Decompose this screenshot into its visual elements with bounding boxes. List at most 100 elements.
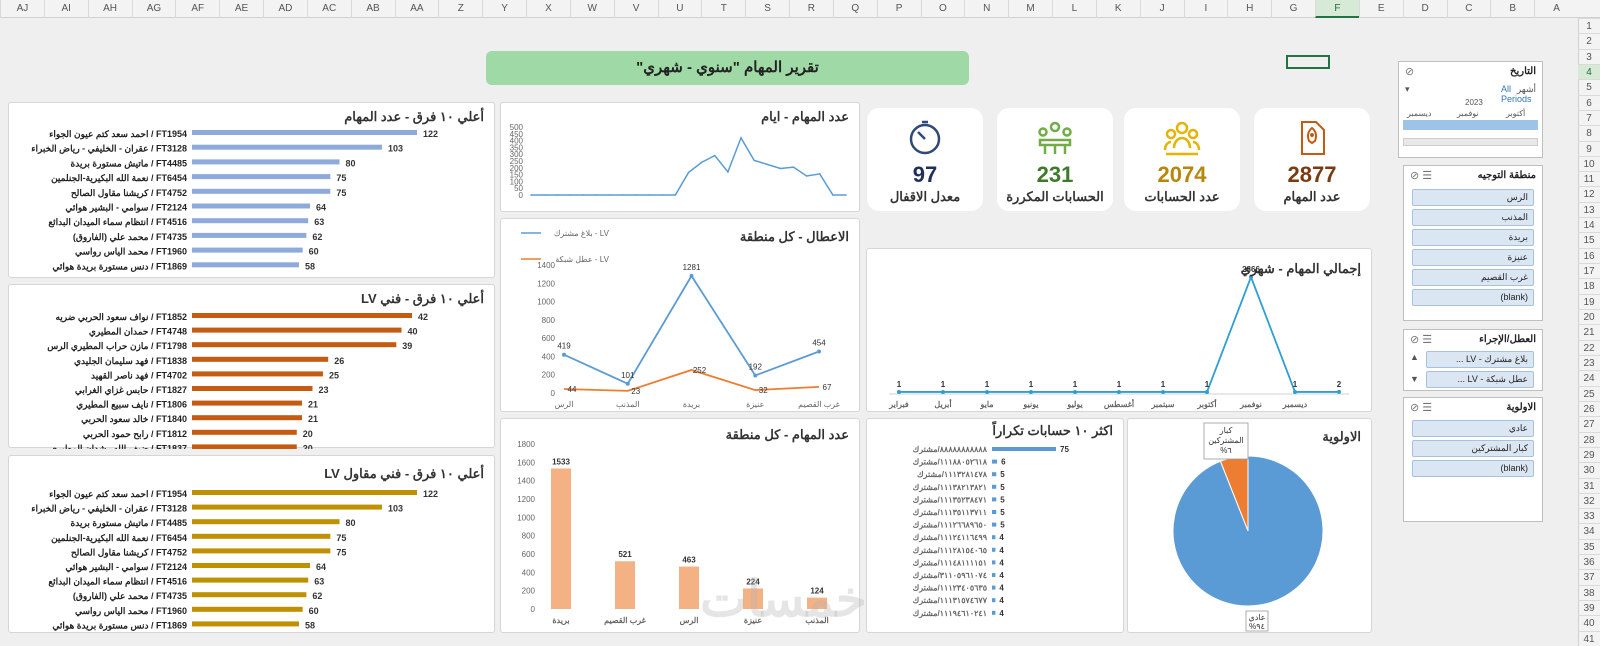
row-header-cell[interactable]: 14 <box>1578 217 1600 232</box>
column-header-cell[interactable]: AC <box>306 0 351 18</box>
row-header-cell[interactable]: 27 <box>1578 416 1600 431</box>
column-header-cell[interactable]: S <box>745 0 789 18</box>
column-header-cell[interactable]: O <box>920 0 965 18</box>
row-header-cell[interactable]: 40 <box>1578 615 1600 630</box>
multi-select-filter-icon[interactable]: ⊘ ☰ <box>1410 401 1432 414</box>
column-header-cell[interactable]: K <box>1095 0 1140 18</box>
row-header-cell[interactable]: 3 <box>1578 48 1600 64</box>
row-header-cell[interactable]: 28 <box>1578 431 1600 447</box>
row-header-cell[interactable]: 36 <box>1578 554 1600 569</box>
column-header-cell[interactable]: X <box>526 0 570 18</box>
row-header-cell[interactable]: 11 <box>1578 171 1600 186</box>
row-header-cell[interactable]: 4 <box>1578 63 1600 80</box>
fault-slicer[interactable]: العطل/الإجراء ⊘ ☰ بلاغ مشترك - LV ... عط… <box>1403 329 1543 391</box>
row-header-cell[interactable]: 29 <box>1578 446 1600 462</box>
column-header-cell[interactable]: AE <box>219 0 263 18</box>
slicer-item[interactable]: بلاغ مشترك - LV ... <box>1426 351 1534 368</box>
row-header-cell[interactable]: 6 <box>1578 94 1600 110</box>
column-header-cell[interactable]: U <box>657 0 702 18</box>
column-header-cell[interactable]: AA <box>394 0 439 18</box>
row-header-cell[interactable]: 17 <box>1578 263 1600 278</box>
column-header-cell[interactable]: H <box>1227 0 1271 18</box>
column-header-cell[interactable]: V <box>613 0 658 18</box>
row-header-cell[interactable]: 8 <box>1578 125 1600 140</box>
column-header-cell[interactable]: T <box>701 0 745 18</box>
row-header-cell[interactable]: 34 <box>1578 523 1600 538</box>
column-header-cell[interactable]: AB <box>350 0 395 18</box>
month-label[interactable]: نوفمبر <box>1457 109 1479 118</box>
month-label[interactable]: ديسمبر <box>1407 109 1431 118</box>
column-header-cell[interactable]: Z <box>438 0 482 18</box>
column-header-cell[interactable]: AD <box>263 0 307 18</box>
column-header-cell[interactable]: G <box>1271 0 1315 18</box>
row-header-cell[interactable]: 12 <box>1578 186 1600 201</box>
slicer-item[interactable]: بريدة <box>1412 229 1534 246</box>
region-slicer[interactable]: منطقة التوجيه ⊘ ☰ الرس المذنب بريدة عنيز… <box>1403 165 1543 321</box>
column-header-cell[interactable]: L <box>1052 0 1096 18</box>
row-header-cell[interactable]: 1 <box>1578 18 1600 33</box>
timeline-bar[interactable] <box>1403 120 1538 130</box>
row-header-cell[interactable]: 39 <box>1578 600 1600 615</box>
slicer-item[interactable]: غرب القصيم <box>1412 269 1534 286</box>
row-header-cell[interactable]: 7 <box>1578 109 1600 125</box>
column-header-cell[interactable]: AJ <box>0 0 44 18</box>
row-header-cell[interactable]: 15 <box>1578 232 1600 247</box>
column-header-cell[interactable]: W <box>569 0 614 18</box>
filter-clear-icon[interactable]: ⊘ <box>1405 65 1414 78</box>
column-header-cell[interactable]: D <box>1402 0 1447 18</box>
row-header-cell[interactable]: 13 <box>1578 201 1600 217</box>
row-header-cell[interactable]: 21 <box>1578 324 1600 339</box>
column-header-cell[interactable]: R <box>789 0 833 18</box>
column-header-cell[interactable]: AG <box>131 0 176 18</box>
row-header-cell[interactable]: 16 <box>1578 247 1600 263</box>
slicer-item[interactable]: (blank) <box>1412 289 1534 306</box>
row-header-cell[interactable]: 18 <box>1578 278 1600 293</box>
multi-select-filter-icon[interactable]: ⊘ ☰ <box>1410 169 1432 182</box>
slicer-item[interactable]: (blank) <box>1412 460 1534 477</box>
column-header-cell[interactable]: AH <box>87 0 132 18</box>
row-header-cell[interactable]: 5 <box>1578 79 1600 94</box>
column-header-cell[interactable]: N <box>964 0 1008 18</box>
timeline-scrollbar[interactable] <box>1403 138 1538 146</box>
row-header-cell[interactable]: 31 <box>1578 477 1600 493</box>
row-header-cell[interactable]: 30 <box>1578 462 1600 477</box>
row-header-cell[interactable]: 22 <box>1578 339 1600 355</box>
row-header-cell[interactable]: 41 <box>1578 630 1600 646</box>
selected-cell[interactable] <box>1286 55 1330 69</box>
column-header-cell[interactable]: A <box>1534 0 1578 18</box>
row-header-cell[interactable]: 37 <box>1578 569 1600 584</box>
all-periods-link[interactable]: All Periods <box>1501 84 1542 104</box>
chevron-down-icon[interactable]: ▾ <box>1405 84 1410 95</box>
column-header-cell[interactable]: F <box>1315 0 1359 18</box>
column-header-cell[interactable]: E <box>1358 0 1403 18</box>
row-header-cell[interactable]: 9 <box>1578 140 1600 156</box>
column-header-cell[interactable]: J <box>1139 0 1184 18</box>
multi-select-filter-icon[interactable]: ⊘ ☰ <box>1410 333 1432 346</box>
slicer-item[interactable]: الرس <box>1412 189 1534 206</box>
row-header-cell[interactable]: 38 <box>1578 584 1600 600</box>
row-header-cell[interactable]: 2 <box>1578 33 1600 48</box>
column-header-cell[interactable]: AI <box>43 0 88 18</box>
row-header-cell[interactable]: 35 <box>1578 538 1600 554</box>
column-header-cell[interactable]: Q <box>832 0 877 18</box>
slicer-item[interactable]: كبار المشتركين <box>1412 440 1534 457</box>
slicer-item[interactable]: عطل شبكة - LV ... <box>1426 371 1534 388</box>
date-timeline-slicer[interactable]: التاريخ ⊘ أشهر ▾ All Periods 2023 أكتوبر… <box>1398 61 1543 158</box>
slicer-item[interactable]: عنيزة <box>1412 249 1534 266</box>
month-label[interactable]: أكتوبر <box>1506 109 1525 118</box>
slicer-item[interactable]: عادي <box>1412 420 1534 437</box>
column-header-cell[interactable]: Y <box>482 0 526 18</box>
priority-slicer[interactable]: الاولوية ⊘ ☰ عادي كبار المشتركين (blank) <box>1403 397 1543 522</box>
row-header-cell[interactable]: 23 <box>1578 354 1600 370</box>
row-header-cell[interactable]: 20 <box>1578 309 1600 324</box>
column-header-cell[interactable]: C <box>1446 0 1491 18</box>
column-header-cell[interactable]: I <box>1183 0 1228 18</box>
column-header-cell[interactable]: P <box>876 0 921 18</box>
row-header-cell[interactable]: 26 <box>1578 400 1600 416</box>
row-header-cell[interactable]: 10 <box>1578 155 1600 171</box>
row-header-cell[interactable]: 24 <box>1578 370 1600 385</box>
row-header-cell[interactable]: 25 <box>1578 385 1600 401</box>
row-header-cell[interactable]: 19 <box>1578 293 1600 309</box>
column-header-cell[interactable]: B <box>1490 0 1534 18</box>
row-header-cell[interactable]: 32 <box>1578 492 1600 508</box>
